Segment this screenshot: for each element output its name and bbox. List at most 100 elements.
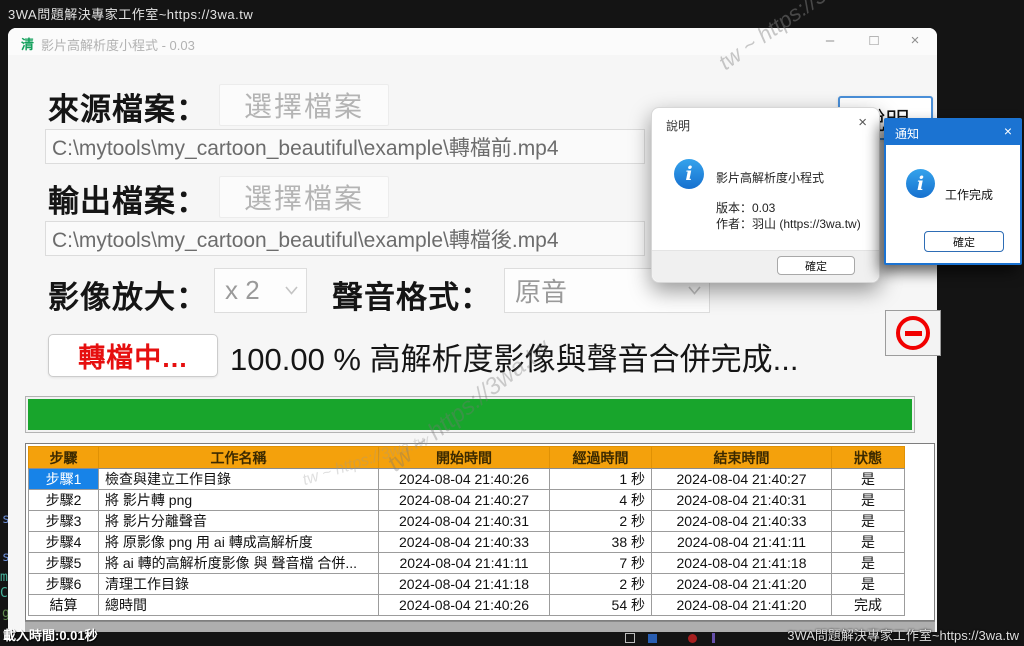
chevron-down-icon	[688, 286, 701, 295]
desktop-title-text: 3WA問題解決專家工作室~https://3wa.tw	[8, 4, 253, 23]
taskbar-icon[interactable]	[648, 634, 657, 643]
task-table: 步驟工作名稱開始時間經過時間結束時間狀態 步驟1檢查與建立工作目錄2024-08…	[28, 446, 905, 616]
table-row[interactable]: 結算總時間2024-08-04 21:40:2654 秒2024-08-04 2…	[29, 595, 905, 616]
table-cell[interactable]: 2024-08-04 21:40:33	[652, 511, 832, 532]
table-cell[interactable]: 2024-08-04 21:41:20	[652, 595, 832, 616]
table-header-cell[interactable]: 結束時間	[652, 447, 832, 469]
table-cell[interactable]: 是	[832, 469, 905, 490]
source-path-field[interactable]: C:\mytools\my_cartoon_beautiful\example\…	[45, 129, 645, 164]
table-cell[interactable]: 54 秒	[550, 595, 652, 616]
table-cell[interactable]: 檢查與建立工作目錄	[99, 469, 379, 490]
source-path-value: C:\mytools\my_cartoon_beautiful\example\…	[52, 132, 559, 162]
scale-label: 影像放大：	[48, 272, 208, 317]
converting-button[interactable]: 轉檔中...	[48, 334, 218, 377]
output-file-label: 輸出檔案：	[48, 176, 208, 221]
table-cell[interactable]: 將 原影像 png 用 ai 轉成高解析度	[99, 532, 379, 553]
help-ok-button[interactable]: 確定	[777, 256, 855, 275]
corner-watermark: 3WA問題解決專家工作室~https://3wa.tw	[787, 625, 1019, 644]
notify-dialog-titlebar[interactable]: 通知 ×	[886, 120, 1020, 145]
table-cell[interactable]: 是	[832, 532, 905, 553]
table-cell[interactable]: 2 秒	[550, 574, 652, 595]
table-row[interactable]: 步驟6清理工作目錄2024-08-04 21:41:182 秒2024-08-0…	[29, 574, 905, 595]
table-cell[interactable]: 完成	[832, 595, 905, 616]
table-row[interactable]: 步驟1檢查與建立工作目錄2024-08-04 21:40:261 秒2024-0…	[29, 469, 905, 490]
maximize-button[interactable]: □	[860, 32, 888, 49]
table-cell[interactable]: 1 秒	[550, 469, 652, 490]
output-pick-file-button[interactable]: 選擇檔案	[219, 176, 389, 218]
table-cell[interactable]: 2024-08-04 21:40:27	[379, 490, 550, 511]
help-dialog-close-icon[interactable]: ×	[858, 114, 867, 131]
table-cell[interactable]: 2024-08-04 21:41:20	[652, 574, 832, 595]
table-cell[interactable]: 2024-08-04 21:40:31	[652, 490, 832, 511]
table-cell[interactable]: 步驟2	[29, 490, 99, 511]
progress-bar	[25, 396, 915, 433]
background-editor-char: m	[0, 570, 8, 585]
table-cell[interactable]: 2 秒	[550, 511, 652, 532]
progress-status-text: 100.00 % 高解析度影像與聲音合併完成...	[230, 334, 798, 379]
table-cell[interactable]: 是	[832, 511, 905, 532]
table-header-cell[interactable]: 經過時間	[550, 447, 652, 469]
audio-format-label: 聲音格式：	[332, 272, 492, 317]
taskbar-icon[interactable]	[688, 634, 697, 643]
scale-select[interactable]: x 2	[214, 268, 307, 313]
table-cell[interactable]: 是	[832, 490, 905, 511]
taskbar-icon[interactable]	[712, 633, 715, 643]
table-cell[interactable]: 38 秒	[550, 532, 652, 553]
table-header-row: 步驟工作名稱開始時間經過時間結束時間狀態	[29, 447, 905, 469]
load-time-status: 載入時間:0.01秒	[3, 625, 98, 644]
table-cell[interactable]: 是	[832, 574, 905, 595]
prohibition-icon	[896, 316, 930, 350]
window-title: 影片高解析度小程式 - 0.03	[41, 35, 195, 54]
notify-dialog-close-icon[interactable]: ×	[1004, 123, 1012, 139]
help-author-line: 作者：羽山 (https://3wa.tw)	[716, 215, 861, 232]
table-cell[interactable]: 將 ai 轉的高解析度影像 與 聲音檔 合併...	[99, 553, 379, 574]
table-cell[interactable]: 2024-08-04 21:41:11	[652, 532, 832, 553]
close-button[interactable]: ×	[901, 32, 929, 49]
table-cell[interactable]: 結算	[29, 595, 99, 616]
table-cell[interactable]: 7 秒	[550, 553, 652, 574]
table-cell[interactable]: 清理工作目錄	[99, 574, 379, 595]
table-header-cell[interactable]: 步驟	[29, 447, 99, 469]
table-cell[interactable]: 4 秒	[550, 490, 652, 511]
output-path-field[interactable]: C:\mytools\my_cartoon_beautiful\example\…	[45, 221, 645, 256]
table-row[interactable]: 步驟5將 ai 轉的高解析度影像 與 聲音檔 合併...2024-08-04 2…	[29, 553, 905, 574]
table-cell[interactable]: 2024-08-04 21:40:33	[379, 532, 550, 553]
table-cell[interactable]: 步驟4	[29, 532, 99, 553]
table-cell[interactable]: 總時間	[99, 595, 379, 616]
notify-dialog: 通知 × i 工作完成 確定	[884, 118, 1022, 265]
table-header-cell[interactable]: 狀態	[832, 447, 905, 469]
table-header-cell[interactable]: 開始時間	[379, 447, 550, 469]
taskbar-icon[interactable]	[625, 633, 635, 643]
table-cell[interactable]: 步驟3	[29, 511, 99, 532]
source-file-label: 來源檔案：	[48, 84, 208, 129]
table-cell[interactable]: 將 影片分離聲音	[99, 511, 379, 532]
table-row[interactable]: 步驟4將 原影像 png 用 ai 轉成高解析度2024-08-04 21:40…	[29, 532, 905, 553]
table-cell[interactable]: 2024-08-04 21:40:31	[379, 511, 550, 532]
help-version-line: 版本：0.03	[716, 199, 775, 216]
table-cell[interactable]: 2024-08-04 21:40:26	[379, 469, 550, 490]
help-dialog-title: 說明	[666, 117, 690, 134]
table-cell[interactable]: 步驟1	[29, 469, 99, 490]
help-app-name: 影片高解析度小程式	[716, 169, 824, 186]
chevron-down-icon	[285, 286, 298, 295]
table-cell[interactable]: 步驟5	[29, 553, 99, 574]
table-row[interactable]: 步驟2將 影片轉 png2024-08-04 21:40:274 秒2024-0…	[29, 490, 905, 511]
table-cell[interactable]: 2024-08-04 21:40:27	[652, 469, 832, 490]
scale-value: x 2	[225, 275, 260, 306]
table-cell[interactable]: 2024-08-04 21:41:18	[379, 574, 550, 595]
source-pick-file-button[interactable]: 選擇檔案	[219, 84, 389, 126]
desktop: 3WA問題解決專家工作室~https://3wa.tw ; , s s m C …	[0, 0, 1024, 646]
table-cell[interactable]: 2024-08-04 21:40:26	[379, 595, 550, 616]
table-header-cell[interactable]: 工作名稱	[99, 447, 379, 469]
notify-ok-button[interactable]: 確定	[924, 231, 1004, 252]
notify-message: 工作完成	[945, 186, 993, 203]
minimize-button[interactable]: –	[816, 32, 844, 49]
titlebar[interactable]: 清 影片高解析度小程式 - 0.03 – □ ×	[8, 28, 937, 55]
table-cell[interactable]: 2024-08-04 21:41:11	[379, 553, 550, 574]
stop-button[interactable]	[885, 310, 941, 356]
table-cell[interactable]: 2024-08-04 21:41:18	[652, 553, 832, 574]
table-cell[interactable]: 將 影片轉 png	[99, 490, 379, 511]
table-cell[interactable]: 步驟6	[29, 574, 99, 595]
table-row[interactable]: 步驟3將 影片分離聲音2024-08-04 21:40:312 秒2024-08…	[29, 511, 905, 532]
table-cell[interactable]: 是	[832, 553, 905, 574]
